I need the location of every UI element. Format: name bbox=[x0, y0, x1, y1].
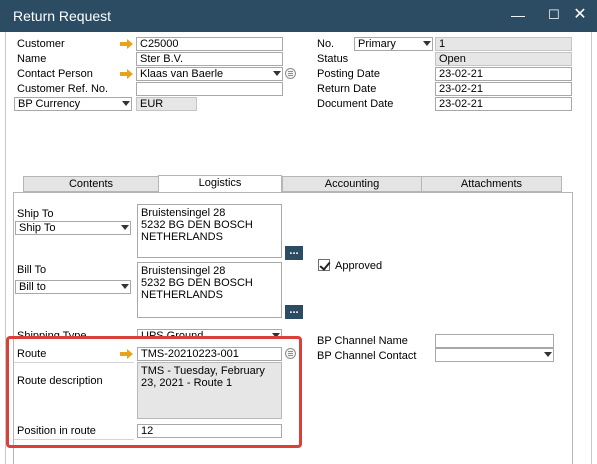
chevron-down-icon bbox=[423, 41, 431, 46]
chevron-down-icon bbox=[544, 352, 552, 357]
chevron-down-icon bbox=[121, 225, 129, 230]
series-select[interactable]: Primary bbox=[354, 37, 433, 51]
chevron-down-icon bbox=[122, 101, 130, 106]
posting-date-field[interactable]: 23-02-21 bbox=[435, 67, 572, 81]
bill-to-select[interactable]: Bill to bbox=[15, 280, 131, 294]
highlight-box bbox=[6, 336, 302, 448]
contact-person-value: Klaas van Baerle bbox=[140, 68, 224, 80]
bp-currency-select[interactable]: BP Currency bbox=[14, 97, 132, 111]
window-titlebar: Return Request — ☐ ✕ bbox=[0, 0, 597, 32]
status-field: Open bbox=[435, 52, 572, 66]
return-date-field[interactable]: 23-02-21 bbox=[435, 82, 572, 96]
return-date-label: Return Date bbox=[317, 83, 377, 95]
ship-to-select[interactable]: Ship To bbox=[15, 221, 131, 235]
ship-to-select-value: Ship To bbox=[19, 222, 56, 234]
approved-checkbox[interactable] bbox=[318, 259, 330, 271]
tab-accounting[interactable]: Accounting bbox=[282, 176, 422, 192]
tab-logistics[interactable]: Logistics bbox=[158, 175, 282, 193]
no-label: No. bbox=[317, 38, 335, 50]
window-title: Return Request bbox=[13, 8, 112, 24]
bill-to-details-button[interactable]: ... bbox=[285, 305, 303, 319]
customer-ref-label: Customer Ref. No. bbox=[17, 83, 109, 95]
status-label: Status bbox=[317, 53, 349, 65]
customer-field[interactable]: C25000 bbox=[136, 37, 283, 51]
bill-to-select-value: Bill to bbox=[19, 281, 46, 293]
chevron-down-icon bbox=[121, 284, 129, 289]
ship-to-details-button[interactable]: ... bbox=[285, 246, 303, 260]
link-arrow-icon[interactable] bbox=[120, 39, 133, 49]
name-label: Name bbox=[17, 53, 47, 65]
bill-to-address[interactable]: Bruistensingel 28 5232 BG DEN BOSCH NETH… bbox=[137, 262, 282, 318]
customer-ref-field[interactable] bbox=[136, 82, 283, 96]
ship-to-address[interactable]: Bruistensingel 28 5232 BG DEN BOSCH NETH… bbox=[137, 204, 282, 258]
document-number-field: 1 bbox=[435, 37, 572, 51]
contact-person-label: Contact Person bbox=[17, 68, 93, 80]
bp-channel-name-field[interactable] bbox=[435, 334, 554, 348]
bp-channel-contact-select[interactable] bbox=[435, 348, 554, 362]
bp-currency-label: BP Currency bbox=[18, 98, 81, 110]
minimize-icon[interactable]: — bbox=[509, 6, 527, 24]
chevron-down-icon bbox=[273, 71, 281, 76]
customer-label: Customer bbox=[17, 38, 65, 50]
posting-date-label: Posting Date bbox=[317, 68, 380, 80]
approved-label: Approved bbox=[335, 260, 383, 272]
document-date-field[interactable]: 23-02-21 bbox=[435, 97, 572, 111]
currency-field: EUR bbox=[136, 97, 197, 111]
details-list-icon[interactable] bbox=[285, 68, 296, 79]
bill-to-label: Bill To bbox=[17, 264, 47, 276]
bp-channel-name-label: BP Channel Name bbox=[317, 335, 408, 347]
close-icon[interactable]: ✕ bbox=[571, 6, 589, 24]
tab-attachments[interactable]: Attachments bbox=[421, 176, 562, 192]
contact-person-select[interactable]: Klaas van Baerle bbox=[136, 67, 283, 81]
ship-to-label: Ship To bbox=[17, 208, 54, 220]
name-field[interactable]: Ster B.V. bbox=[136, 52, 283, 66]
series-value: Primary bbox=[358, 38, 396, 50]
tab-contents[interactable]: Contents bbox=[23, 176, 159, 192]
document-date-label: Document Date bbox=[317, 98, 394, 110]
maximize-icon[interactable]: ☐ bbox=[545, 6, 563, 24]
link-arrow-icon[interactable] bbox=[120, 69, 133, 79]
bp-channel-contact-label: BP Channel Contact bbox=[317, 350, 417, 362]
